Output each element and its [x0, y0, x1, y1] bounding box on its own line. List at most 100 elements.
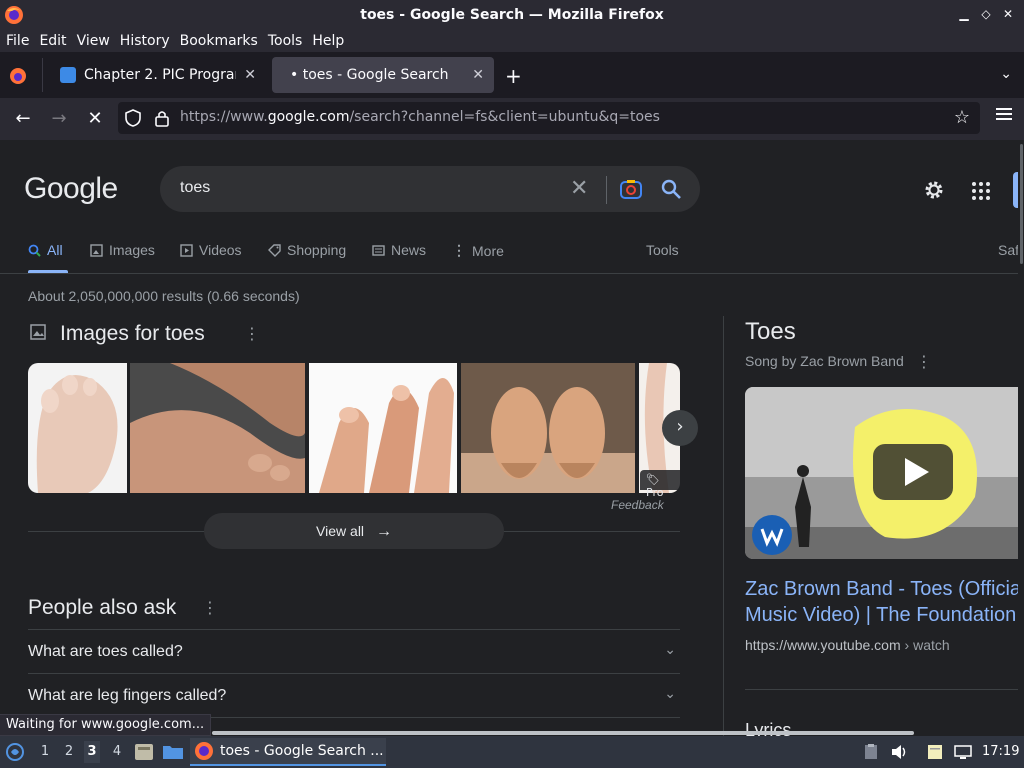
window-title: toes - Google Search — Mozilla Firefox	[360, 7, 664, 23]
images-section-title[interactable]: Images for toes	[60, 322, 205, 346]
folder-icon[interactable]	[162, 744, 184, 760]
taskbar: 1 2 3 4 toes - Google Search ... 17:19	[0, 736, 1024, 768]
lock-icon[interactable]	[154, 109, 170, 127]
image-result-1[interactable]	[28, 363, 127, 493]
search-divider	[606, 176, 607, 204]
volume-icon[interactable]	[890, 744, 908, 760]
tab-separator	[42, 58, 43, 92]
bookmark-star-icon[interactable]: ☆	[954, 107, 970, 128]
tab-shopping[interactable]: Shopping	[268, 242, 346, 258]
list-tabs-chevron-icon[interactable]: ⌄	[1000, 66, 1012, 82]
notes-icon[interactable]	[926, 744, 944, 760]
workspace-4[interactable]: 4	[109, 744, 125, 759]
back-icon[interactable]: ←	[12, 108, 34, 130]
paa-question[interactable]: What are toes called? ⌄	[28, 629, 680, 673]
menu-edit[interactable]: Edit	[39, 33, 66, 49]
soles-image	[461, 363, 635, 493]
firefox-view-icon[interactable]	[8, 66, 28, 86]
tab-images[interactable]: Images	[90, 242, 155, 258]
menu-tools[interactable]: Tools	[268, 33, 303, 49]
feedback-link[interactable]: Feedback	[611, 498, 664, 512]
image-result-3[interactable]	[309, 363, 457, 493]
file-manager-icon[interactable]	[134, 743, 154, 761]
kde-favicon-icon	[60, 67, 76, 83]
close-tab-icon[interactable]: ✕	[472, 67, 484, 83]
tab-google-search[interactable]: • toes - Google Search ✕	[272, 57, 494, 93]
search-box[interactable]: toes ✕	[160, 166, 700, 212]
video-thumbnail[interactable]	[745, 387, 1018, 559]
safesearch-button[interactable]: Safe	[998, 242, 1018, 258]
people-also-ask-title: People also ask	[28, 596, 177, 619]
paa-question[interactable]: What are leg fingers called? ⌄	[28, 673, 680, 717]
arrow-right-icon: →	[375, 523, 392, 540]
next-images-icon[interactable]: ›	[662, 410, 698, 446]
menu-view[interactable]: View	[77, 33, 110, 49]
close-window-icon[interactable]: ✕	[1000, 6, 1016, 22]
tab-videos[interactable]: Videos	[180, 242, 242, 258]
tag-icon: 🏷	[646, 473, 660, 486]
image-result-4[interactable]	[461, 363, 635, 493]
video-result-link[interactable]: Zac Brown Band - Toes (Official Music Vi…	[745, 576, 1018, 628]
taskbar-firefox-window[interactable]: toes - Google Search ...	[190, 738, 386, 766]
window-titlebar: toes - Google Search — Mozilla Firefox ▁…	[0, 0, 1024, 30]
more-options-icon[interactable]: ⋮	[202, 598, 218, 617]
search-icon	[28, 244, 41, 257]
google-logo[interactable]: Google	[24, 172, 118, 206]
more-options-icon[interactable]: ⋮	[244, 324, 260, 343]
url-text[interactable]: https://www.google.com/search?channel=fs…	[180, 109, 660, 125]
chevron-down-icon: ⌄	[664, 686, 676, 702]
google-results-page: Google toes ✕ All Images Videos Shopping…	[0, 140, 1018, 736]
shield-icon[interactable]	[124, 109, 142, 127]
tab-all[interactable]: All	[28, 242, 63, 258]
start-menu-icon[interactable]	[5, 742, 25, 762]
more-options-icon[interactable]: ⋮	[916, 352, 932, 371]
product-badge: 🏷 Pro	[640, 470, 680, 499]
minimize-icon[interactable]: ▁	[956, 6, 972, 22]
tag-icon	[268, 243, 281, 257]
menu-help[interactable]: Help	[312, 33, 344, 49]
news-icon	[372, 244, 385, 256]
new-tab-icon[interactable]: +	[505, 64, 522, 88]
stop-icon[interactable]: ✕	[84, 108, 106, 130]
panel-divider	[723, 316, 724, 736]
image-icon	[30, 324, 46, 340]
clipboard-icon[interactable]	[862, 744, 880, 760]
workspace-2[interactable]: 2	[61, 744, 77, 759]
more-vert-icon: ⋮	[452, 242, 466, 258]
knowledge-panel-title: Toes	[745, 318, 796, 345]
close-tab-icon[interactable]: ✕	[244, 67, 256, 83]
menu-file[interactable]: File	[6, 33, 29, 49]
view-all-button[interactable]: View all →	[204, 513, 504, 549]
result-stats: About 2,050,000,000 results (0.66 second…	[28, 288, 300, 304]
menu-bookmarks[interactable]: Bookmarks	[180, 33, 258, 49]
tools-button[interactable]: Tools	[646, 242, 679, 258]
nav-bar: ← → ✕ https://www.google.com/search?chan…	[0, 98, 1024, 140]
horizontal-scrollbar[interactable]	[212, 731, 914, 735]
search-icon[interactable]	[660, 178, 682, 200]
menu-history[interactable]: History	[120, 33, 170, 49]
toes-group-image	[309, 363, 457, 493]
clock: 17:19	[982, 744, 1020, 759]
search-input[interactable]: toes	[180, 179, 210, 197]
settings-icon[interactable]	[922, 178, 946, 202]
vertical-scrollbar[interactable]	[1018, 140, 1024, 736]
lens-icon[interactable]	[620, 179, 642, 199]
apps-icon[interactable]	[972, 182, 990, 200]
tab-label: Chapter 2. PIC Programs	[84, 67, 236, 83]
forward-icon[interactable]: →	[48, 108, 70, 130]
knowledge-panel-subtitle: Song by Zac Brown Band	[745, 353, 904, 369]
url-bar[interactable]: https://www.google.com/search?channel=fs…	[118, 102, 980, 134]
network-icon[interactable]	[954, 744, 972, 760]
tab-more[interactable]: ⋮ More	[452, 242, 504, 259]
app-menu-icon[interactable]	[996, 108, 1012, 122]
restore-icon[interactable]: ◇	[978, 6, 994, 22]
image-result-2[interactable]	[130, 363, 305, 493]
menu-bar: File Edit View History Bookmarks Tools H…	[0, 30, 1024, 52]
clear-icon[interactable]: ✕	[570, 176, 588, 201]
tab-news[interactable]: News	[372, 242, 426, 258]
tab-chapter-2[interactable]: Chapter 2. PIC Programs ✕	[50, 57, 266, 93]
workspace-3[interactable]: 3	[84, 741, 100, 763]
workspace-1[interactable]: 1	[37, 744, 53, 759]
foot-image	[28, 363, 127, 493]
video-icon	[180, 243, 193, 257]
